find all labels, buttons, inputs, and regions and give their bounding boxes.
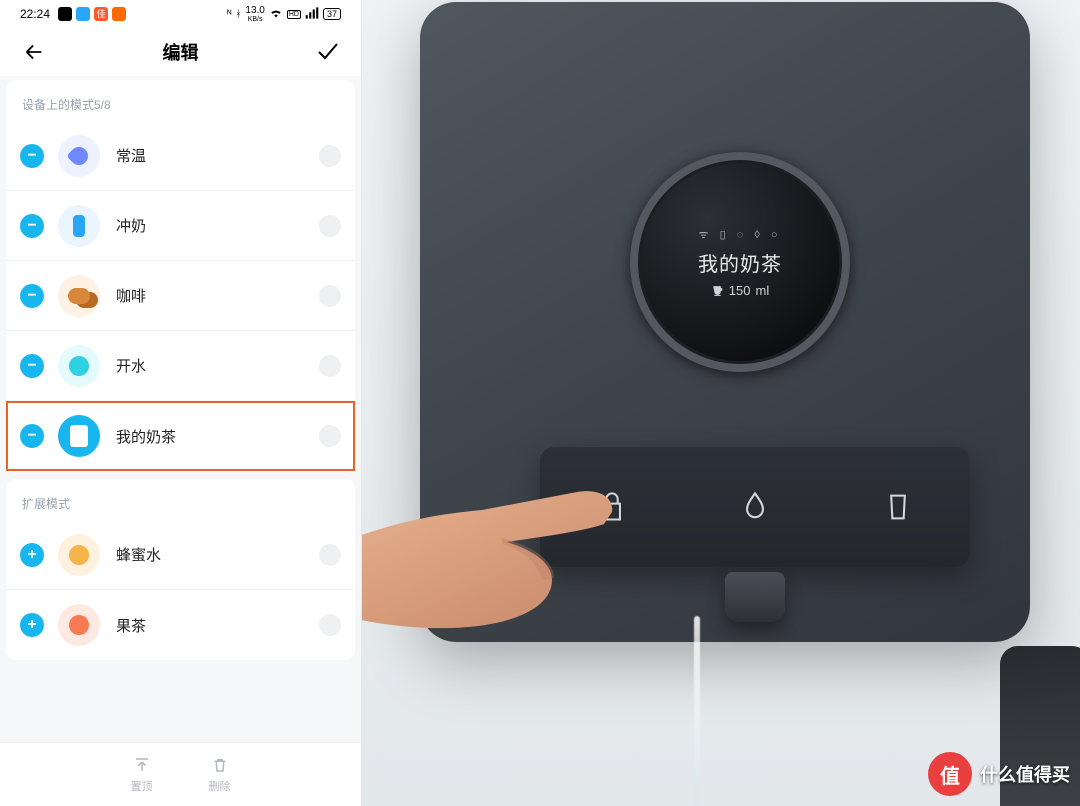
mode-row-milk[interactable]: − 冲奶 <box>6 191 355 261</box>
app-indicator-icon <box>76 7 90 21</box>
back-button[interactable] <box>22 40 46 64</box>
app-indicator-icon: 佳 <box>94 7 108 21</box>
mode-label: 常温 <box>116 145 319 166</box>
mode-row-honey-water[interactable]: + 蜂蜜水 <box>6 520 355 590</box>
page-title: 编辑 <box>163 39 199 65</box>
battery-icon: 37 <box>323 8 341 20</box>
drag-handle-icon[interactable] <box>319 425 341 447</box>
sheet-icon <box>58 415 100 457</box>
screen-status-icons: ᯤ ▯ ◌ ◊ ○ <box>699 227 782 242</box>
mode-row-hotwater[interactable]: − 开水 <box>6 331 355 401</box>
signal-icon <box>305 7 319 22</box>
screen-volume: 150 ml <box>711 283 769 298</box>
drag-handle-icon[interactable] <box>319 614 341 636</box>
beans-icon <box>58 275 100 317</box>
cup-icon <box>711 284 724 297</box>
mode-label: 蜂蜜水 <box>116 544 319 565</box>
confirm-button[interactable] <box>315 40 339 64</box>
nav-header: 编辑 <box>0 28 361 76</box>
screen-mode-title: 我的奶茶 <box>698 248 782 277</box>
net-rate: 13.0 <box>245 6 264 16</box>
add-icon[interactable]: + <box>20 613 44 637</box>
section-extended-modes: 扩展模式 <box>6 485 355 520</box>
wifi-icon <box>269 7 283 22</box>
mode-label: 开水 <box>116 355 319 376</box>
watermark: 值 什么值得买 <box>928 752 1070 796</box>
cup-icon[interactable] <box>883 490 913 524</box>
device-round-screen: ᯤ ▯ ◌ ◊ ○ 我的奶茶 150 ml <box>630 152 850 372</box>
mode-row-fruit-tea[interactable]: + 果茶 <box>6 590 355 660</box>
device-photo: ᯤ ▯ ◌ ◊ ○ 我的奶茶 150 ml <box>362 0 1080 806</box>
trash-icon <box>211 756 229 774</box>
nfc-icon: ᴺ <box>227 9 231 20</box>
mode-row-my-milktea[interactable]: − 我的奶茶 <box>6 401 355 471</box>
remove-icon[interactable]: − <box>20 144 44 168</box>
app-indicator-icon <box>58 7 72 21</box>
remove-icon[interactable]: − <box>20 284 44 308</box>
drag-handle-icon[interactable] <box>319 355 341 377</box>
drag-handle-icon[interactable] <box>319 215 341 237</box>
phone-screenshot: 22:24 佳 ᴺ ᚼ 13.0 KB/s HD <box>0 0 362 806</box>
bottle-icon <box>58 205 100 247</box>
drop-icon <box>58 135 100 177</box>
mode-label: 冲奶 <box>116 215 319 236</box>
fruit-icon <box>58 604 100 646</box>
water-drop-icon[interactable] <box>740 490 770 524</box>
net-unit: KB/s <box>248 16 263 23</box>
watermark-text: 什么值得买 <box>980 761 1070 787</box>
add-icon[interactable]: + <box>20 543 44 567</box>
water-dispenser-body: ᯤ ▯ ◌ ◊ ○ 我的奶茶 150 ml <box>420 2 1030 642</box>
device-touch-panel <box>540 447 970 567</box>
pin-button[interactable]: 置顶 <box>131 756 153 794</box>
drag-handle-icon[interactable] <box>319 285 341 307</box>
mode-label: 咖啡 <box>116 285 319 306</box>
delete-button[interactable]: 删除 <box>209 756 231 794</box>
pin-top-icon <box>133 756 151 774</box>
water-stream <box>694 616 700 806</box>
bluetooth-icon: ᚼ <box>235 9 241 20</box>
status-time: 22:24 <box>20 7 50 21</box>
steam-icon <box>58 345 100 387</box>
mode-label: 我的奶茶 <box>116 426 319 447</box>
remove-icon[interactable]: − <box>20 424 44 448</box>
honey-icon <box>58 534 100 576</box>
dispenser-spout <box>725 572 785 622</box>
status-bar: 22:24 佳 ᴺ ᚼ 13.0 KB/s HD <box>0 0 361 28</box>
hd-icon: HD <box>287 10 301 19</box>
mode-list-scroll[interactable]: 设备上的模式5/8 − 常温 − 冲奶 − 咖啡 <box>0 76 361 742</box>
app-indicator-icon <box>112 7 126 21</box>
remove-icon[interactable]: − <box>20 214 44 238</box>
bottom-toolbar: 置顶 删除 <box>0 742 361 806</box>
lock-icon[interactable] <box>597 490 627 524</box>
remove-icon[interactable]: − <box>20 354 44 378</box>
mode-row-coffee[interactable]: − 咖啡 <box>6 261 355 331</box>
watermark-badge-icon: 值 <box>928 752 972 796</box>
section-device-modes: 设备上的模式5/8 <box>6 86 355 121</box>
drag-handle-icon[interactable] <box>319 544 341 566</box>
mode-label: 果茶 <box>116 615 319 636</box>
mode-row-room-temp[interactable]: − 常温 <box>6 121 355 191</box>
drag-handle-icon[interactable] <box>319 145 341 167</box>
